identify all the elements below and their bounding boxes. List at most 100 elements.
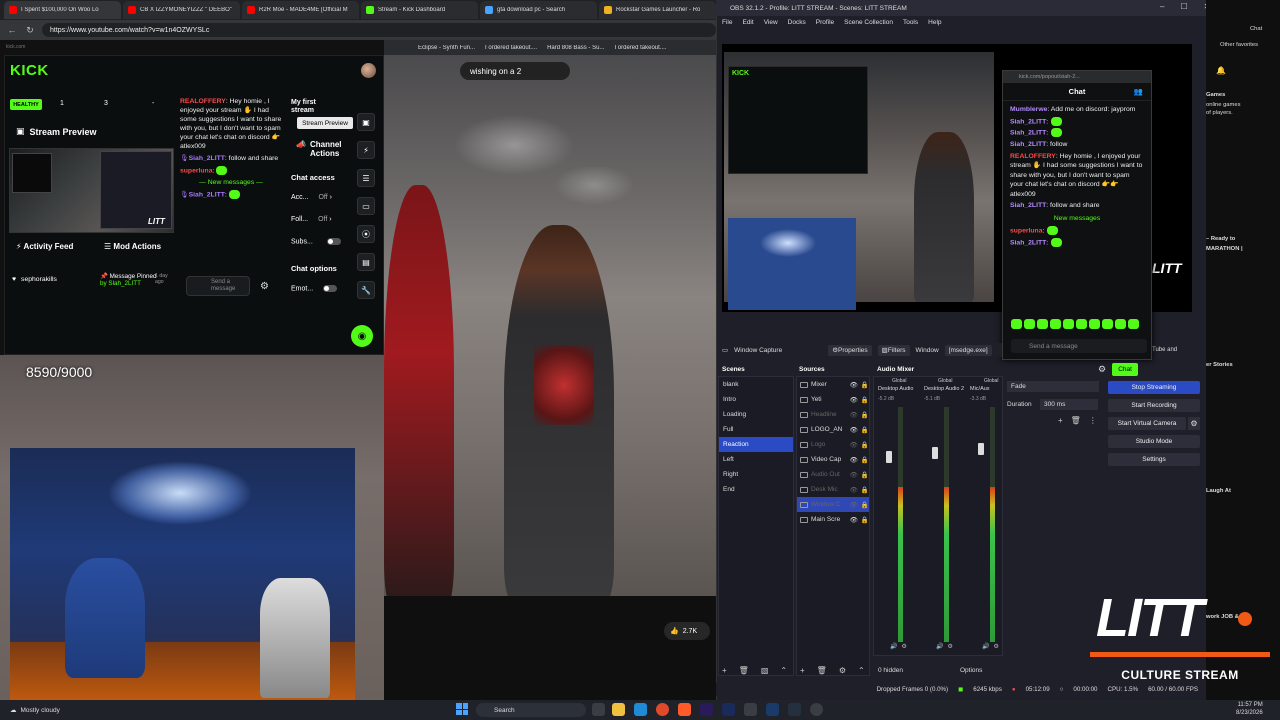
youtube-video-player[interactable]	[384, 55, 716, 596]
volume-fader[interactable]	[978, 443, 984, 455]
lock-icon[interactable]: 🔒	[861, 456, 869, 464]
volume-fader[interactable]	[886, 451, 892, 463]
start-virtual-camera-button[interactable]: Start Virtual Camera	[1108, 417, 1186, 430]
lock-icon[interactable]: 🔒	[861, 381, 869, 389]
mixer-options[interactable]: Options	[960, 667, 982, 674]
eye-icon[interactable]: 👁	[850, 426, 858, 434]
scene-item[interactable]: blank	[719, 377, 793, 392]
window-select[interactable]: [msedge.exe]	[944, 344, 992, 356]
transition-select[interactable]: Fade	[1007, 381, 1099, 392]
eye-icon[interactable]: 👁	[850, 441, 858, 449]
browser-tab[interactable]: I Spent $100,000 On Woo Lo	[4, 1, 121, 19]
chevron-up-icon[interactable]: ⌃	[858, 666, 865, 675]
scene-item[interactable]: Full	[719, 422, 793, 437]
browser-tab[interactable]: gta download pc - Search	[480, 1, 597, 19]
eye-icon[interactable]: 👁	[850, 456, 858, 464]
actions-button[interactable]: ⚡	[357, 141, 375, 159]
lock-icon[interactable]: 🔒	[861, 471, 869, 479]
menu-item[interactable]: Edit	[742, 19, 753, 26]
layout-button[interactable]: ▤	[357, 253, 375, 271]
edge-icon[interactable]	[634, 703, 647, 716]
menu-item[interactable]: Tools	[903, 19, 918, 26]
gear-icon[interactable]: ⚙	[901, 643, 906, 650]
refresh-icon[interactable]: ↻	[24, 25, 36, 36]
source-item[interactable]: Mixer 👁 🔒	[797, 377, 869, 392]
studio-mode-button[interactable]: Studio Mode	[1108, 435, 1200, 448]
emote-icon[interactable]	[1128, 319, 1139, 329]
weather-widget[interactable]: ☁ Mostly cloudy	[10, 706, 60, 715]
app-icon[interactable]	[744, 703, 757, 716]
bookmark-item[interactable]: I ordered takeout....	[485, 45, 537, 51]
add-icon[interactable]: +	[800, 666, 805, 675]
kick-chat-input[interactable]: Send a message	[186, 276, 250, 296]
premiere-icon[interactable]	[700, 703, 713, 716]
emote-toggle[interactable]	[323, 285, 338, 292]
add-icon[interactable]: +	[1058, 416, 1063, 425]
source-item[interactable]: LOGO_AN 👁 🔒	[797, 422, 869, 437]
followers-row[interactable]: Foll... Off ›	[291, 216, 357, 223]
bookmark-item[interactable]: I ordered takeout....	[614, 45, 666, 51]
emote-icon[interactable]	[1063, 319, 1074, 329]
menu-item[interactable]: Docks	[788, 19, 806, 26]
speaker-icon[interactable]: 🔊	[982, 643, 989, 650]
taskbar-clock[interactable]: 11:57 PM 8/23/2026	[1236, 701, 1263, 717]
popout-chat-input[interactable]: Send a message	[1011, 339, 1147, 353]
source-item[interactable]: Main Scre 👁 🔒	[797, 512, 869, 527]
menu-item[interactable]: File	[722, 19, 732, 26]
emote-row[interactable]: Emot...	[291, 285, 357, 292]
minimize-icon[interactable]: –	[1160, 2, 1164, 11]
send-chat-button[interactable]: Chat	[1112, 363, 1139, 376]
chat-button[interactable]: ▭	[357, 197, 375, 215]
new-messages-divider[interactable]: — New messages —	[180, 178, 282, 187]
duration-input[interactable]: 300 ms	[1040, 399, 1098, 410]
filter-icon[interactable]: ▧	[761, 666, 769, 675]
lock-icon[interactable]: 🔒	[861, 426, 869, 434]
trash-icon[interactable]: 🗑	[1071, 416, 1081, 425]
source-item[interactable]: Headline 👁 🔒	[797, 407, 869, 422]
eye-icon[interactable]: 👁	[850, 471, 858, 479]
like-button[interactable]: 👍 2.7K	[664, 622, 710, 640]
menu-item[interactable]: Help	[928, 19, 941, 26]
add-icon[interactable]: +	[722, 666, 727, 675]
source-item[interactable]: Logo 👁 🔒	[797, 437, 869, 452]
stream-preview-thumbnail[interactable]: LITT	[9, 148, 174, 233]
chat-tab[interactable]: Chat	[1250, 26, 1262, 32]
scene-item[interactable]: Reaction	[719, 437, 793, 452]
start-recording-button[interactable]: Start Recording	[1108, 399, 1200, 412]
browser-tab[interactable]: CB X IZZYMONEYIZZZ " DEEBO"	[123, 1, 240, 19]
subs-row[interactable]: Subs...	[291, 238, 357, 245]
emote-bar[interactable]	[1011, 319, 1139, 329]
lock-icon[interactable]: 🔒	[861, 486, 869, 494]
emote-icon[interactable]	[1115, 319, 1126, 329]
back-icon[interactable]: ←	[6, 25, 18, 35]
bookmark-item[interactable]: Hard 808 Bass - Su...	[547, 45, 604, 51]
scene-item[interactable]: Right	[719, 467, 793, 482]
source-item[interactable]: Window C 👁 🔒	[797, 497, 869, 512]
gear-icon[interactable]: ⚙	[260, 281, 269, 292]
trash-icon[interactable]: 🗑	[739, 666, 749, 675]
lock-icon[interactable]: 🔒	[861, 396, 869, 404]
virtual-camera-settings-icon[interactable]: ⚙	[1188, 417, 1200, 430]
volume-fader[interactable]	[932, 447, 938, 459]
source-item[interactable]: Desk Mic 👁 🔒	[797, 482, 869, 497]
lock-icon[interactable]: 🔒	[861, 501, 869, 509]
eye-icon[interactable]: 👁	[850, 516, 858, 524]
eye-icon[interactable]: 👁	[850, 486, 858, 494]
source-item[interactable]: Yeti 👁 🔒	[797, 392, 869, 407]
kick-fab-button[interactable]: ◉	[351, 325, 373, 347]
source-item[interactable]: Audio Out 👁 🔒	[797, 467, 869, 482]
emote-icon[interactable]	[1024, 319, 1035, 329]
new-messages-divider[interactable]: New messages	[1010, 214, 1144, 224]
menu-item[interactable]: Profile	[816, 19, 834, 26]
lock-icon[interactable]: 🔒	[861, 516, 869, 524]
gear-icon[interactable]: ⚙	[947, 643, 952, 650]
folder-icon[interactable]	[612, 703, 625, 716]
emote-icon[interactable]	[1037, 319, 1048, 329]
gear-icon[interactable]: ⚙	[993, 643, 998, 650]
eye-icon[interactable]: 👁	[850, 381, 858, 389]
chevron-up-icon[interactable]: ⌃	[780, 666, 787, 675]
menu-item[interactable]: Scene Collection	[844, 19, 893, 26]
speaker-icon[interactable]: 🔊	[890, 643, 897, 650]
properties-button[interactable]: ⚙ Properties	[828, 344, 872, 356]
emote-icon[interactable]	[1011, 319, 1022, 329]
